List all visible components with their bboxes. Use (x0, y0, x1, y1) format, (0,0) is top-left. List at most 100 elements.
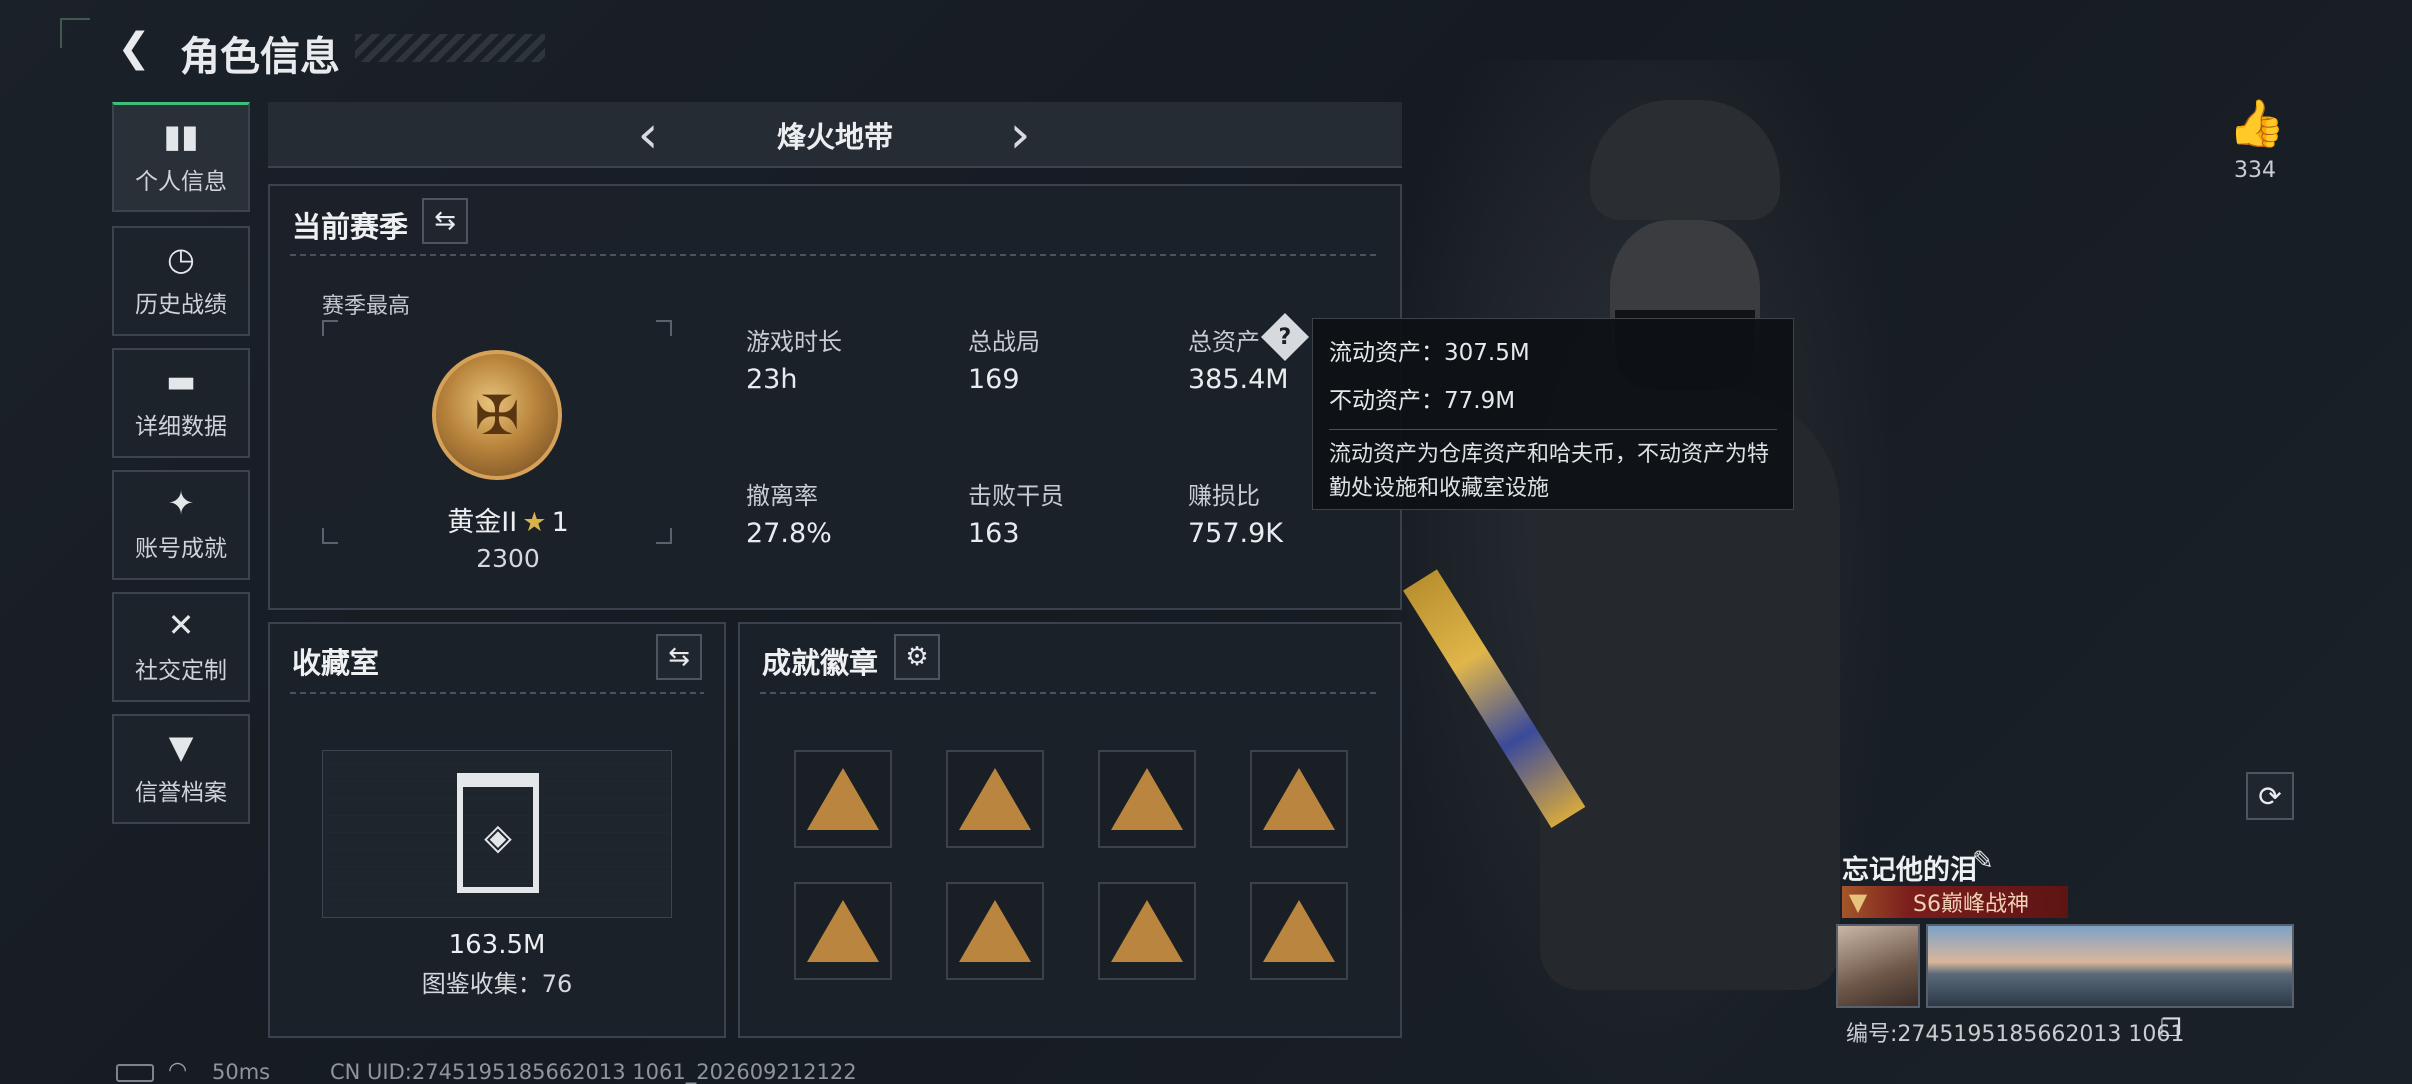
rank-emblem-icon: ✠ (432, 350, 562, 480)
stat-label: 游戏时长 (746, 328, 842, 356)
achievement-badge[interactable] (1250, 882, 1348, 980)
triangle-badge-icon (807, 900, 879, 962)
shield-icon: ▼ (168, 728, 194, 766)
sidebar-item-social[interactable]: ✕ 社交定制 (112, 592, 250, 702)
rank-stars: 1 (551, 507, 569, 538)
collection-value: 163.5M (448, 930, 546, 960)
battery-icon (116, 1064, 154, 1082)
rank-star-icon: ★ (522, 507, 547, 538)
divider (290, 254, 1380, 256)
back-arrow-icon[interactable]: ❮ (112, 25, 156, 71)
vault-icon: ◈ (457, 773, 539, 893)
sidebar-item-detail-data[interactable]: ▬ 详细数据 (112, 348, 250, 458)
achievement-badge[interactable] (1098, 882, 1196, 980)
divider (290, 692, 704, 694)
copy-icon[interactable]: ❐ (2160, 1014, 2182, 1042)
stat-label: 赚损比 (1188, 482, 1260, 510)
collection-room-preview[interactable]: ◈ (322, 750, 672, 918)
collection-title: 收藏室 (292, 646, 380, 680)
sidebar-item-history[interactable]: ◷ 历史战绩 (112, 226, 250, 336)
player-name: 忘记他的泪 (1842, 855, 1977, 886)
triangle-badge-icon (1111, 900, 1183, 962)
stat-value: 23h (746, 364, 798, 395)
rotate-view-button[interactable]: ⟳ (2246, 772, 2294, 820)
season-switch-button[interactable]: ⇆ (422, 198, 468, 244)
triangle-badge-icon (959, 900, 1031, 962)
uid-text: CN UID:2745195185662013 1061_20260921212… (330, 1060, 857, 1084)
wifi-icon: ◠ (168, 1058, 188, 1083)
like-count: 334 (2234, 158, 2276, 183)
collection-switch-button[interactable]: ⇆ (656, 634, 702, 680)
achievement-badge[interactable] (946, 750, 1044, 848)
stat-label: 击败干员 (968, 482, 1064, 510)
stat-value: 163 (968, 518, 1020, 549)
ping-text: 50ms (212, 1060, 271, 1084)
stat-value: 169 (968, 364, 1020, 395)
tools-icon: ✕ (167, 606, 195, 644)
player-banner-image (1926, 924, 2294, 1008)
game-screen: ❮ 角色信息 ▮▮ 个人信息 ◷ 历史战绩 ▬ 详细数据 ✦ 账号成就 ✕ 社交… (0, 0, 2412, 1084)
rank-line: 黄金II ★ 1 (420, 500, 596, 539)
achievement-badge[interactable] (794, 750, 892, 848)
triangle-badge-icon (807, 768, 879, 830)
stat-label: 总战局 (968, 328, 1040, 356)
character-model (1390, 60, 1890, 1084)
achievement-badge[interactable] (1250, 750, 1348, 848)
sidebar-item-achievements[interactable]: ✦ 账号成就 (112, 470, 250, 580)
mode-label: 烽火地带 (776, 120, 893, 154)
sidebar-item-label: 信誉档案 (135, 780, 227, 806)
triangle-badge-icon (1263, 900, 1335, 962)
sidebar-item-label: 社交定制 (135, 658, 227, 684)
tooltip-divider (1329, 429, 1777, 430)
sidebar-item-label: 个人信息 (135, 168, 227, 195)
corner-decoration (60, 18, 90, 48)
triangle-badge-icon (959, 768, 1031, 830)
triangle-badge-icon (1111, 768, 1183, 830)
stat-value: 385.4M (1188, 364, 1289, 395)
frame-corner (656, 528, 672, 544)
achievement-badge[interactable] (1098, 750, 1196, 848)
stat-value: 27.8% (746, 518, 832, 549)
player-title: S6巅峰战神 (1913, 892, 2029, 917)
frame-corner (322, 320, 338, 336)
thumbs-up-icon[interactable]: 👍 (2228, 96, 2285, 152)
player-avatar[interactable] (1836, 924, 1920, 1008)
bar-chart-icon: ▮▮ (163, 116, 199, 155)
rank-score: 2300 (476, 544, 540, 573)
asset-tooltip: 流动资产：307.5M 不动资产：77.9M 流动资产为仓库资产和哈夫币，不动资… (1312, 318, 1794, 510)
stat-label: 撤离率 (746, 482, 818, 510)
title-stripes (355, 34, 545, 62)
page-title: 角色信息 (180, 34, 340, 80)
tooltip-liquid: 流动资产：307.5M (1329, 340, 1530, 366)
achievement-badge[interactable] (794, 882, 892, 980)
frame-corner (656, 320, 672, 336)
rank-name: 黄金II (447, 507, 518, 538)
swap-icon: ⇆ (668, 642, 690, 672)
achievements-title: 成就徽章 (762, 646, 879, 680)
achievements-settings-button[interactable]: ⚙ (894, 634, 940, 680)
folder-icon: ▬ (165, 362, 197, 400)
sidebar-item-personal-info[interactable]: ▮▮ 个人信息 (112, 102, 250, 212)
player-id: 编号:2745195185662013 1061 (1846, 1022, 2185, 1047)
season-best-label: 赛季最高 (322, 294, 411, 319)
star-badge-icon: ✦ (167, 484, 195, 522)
sidebar-item-label: 历史战绩 (135, 292, 227, 318)
next-mode-button[interactable]: › (1000, 104, 1040, 166)
sidebar-item-label: 详细数据 (135, 414, 227, 440)
season-title: 当前赛季 (292, 210, 409, 244)
tooltip-fixed: 不动资产：77.9M (1329, 388, 1516, 414)
gear-icon: ⚙ (905, 642, 929, 672)
frame-corner (322, 528, 338, 544)
stat-value: 757.9K (1188, 518, 1284, 549)
title-emblem-icon: ▼ (1848, 888, 1868, 916)
divider (760, 692, 1380, 694)
achievement-badge[interactable] (946, 882, 1044, 980)
prev-mode-button[interactable]: ‹ (628, 104, 668, 166)
collection-catalog: 图鉴收集：76 (421, 970, 573, 998)
swap-icon: ⇆ (434, 206, 456, 236)
tooltip-desc: 流动资产为仓库资产和哈夫币，不动资产为特勤处设施和收藏室设施 (1329, 442, 1770, 501)
stat-label: 总资产 (1188, 328, 1260, 356)
edit-name-icon[interactable]: ✎ (1972, 846, 1994, 876)
sidebar-item-reputation[interactable]: ▼ 信誉档案 (112, 714, 250, 824)
sidebar-item-label: 账号成就 (135, 536, 227, 562)
